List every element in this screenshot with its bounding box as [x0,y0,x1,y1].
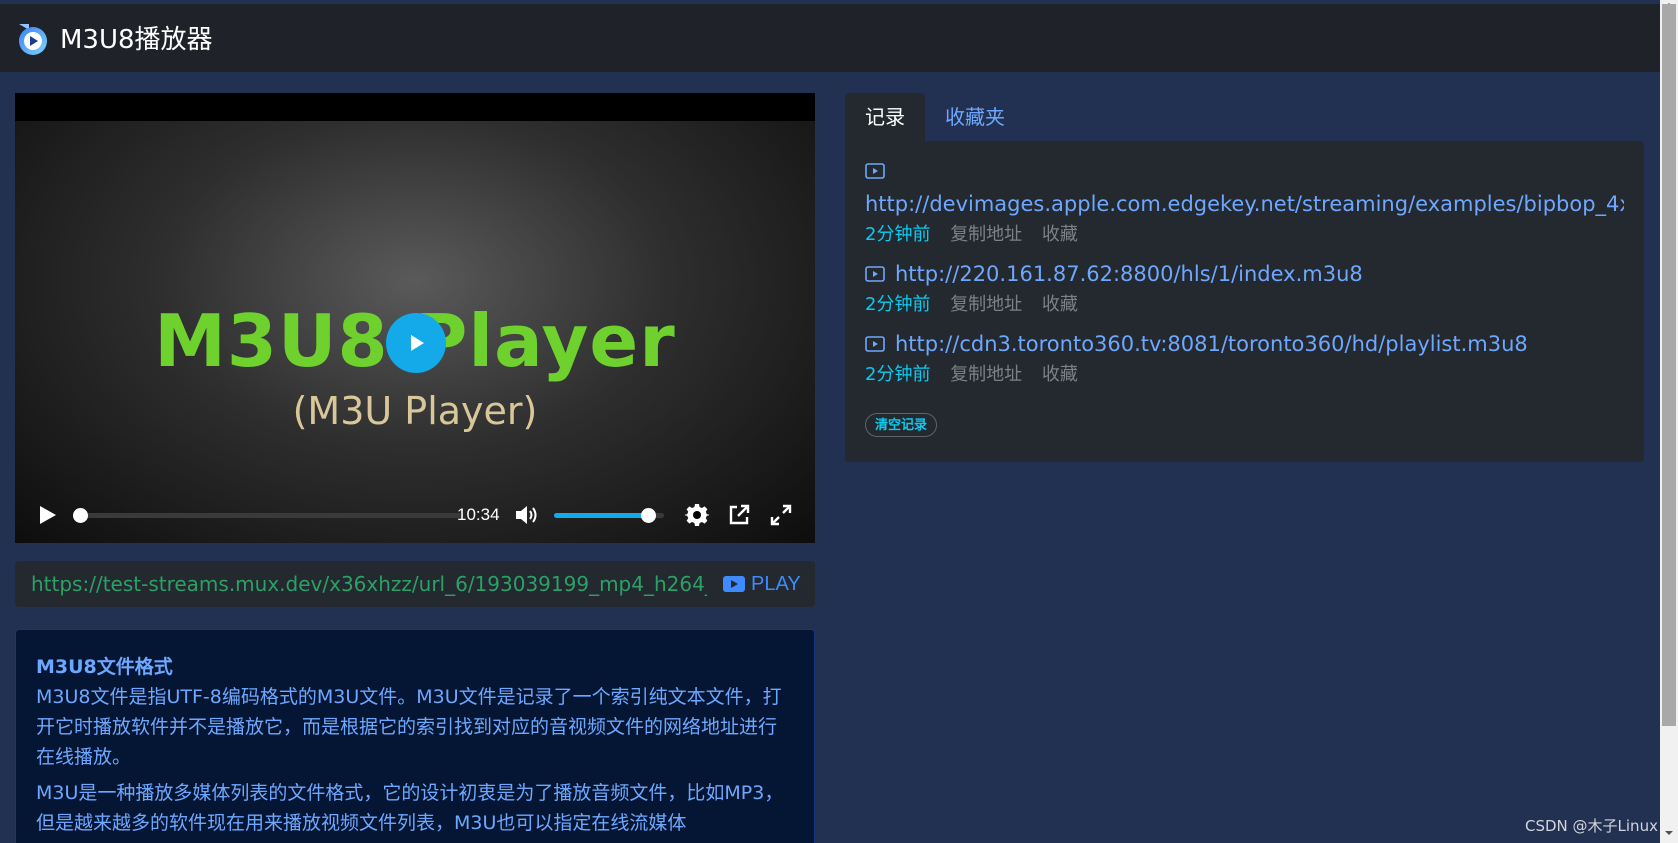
gear-icon[interactable] [685,503,709,527]
favorite-button[interactable]: 收藏 [1042,224,1078,245]
play-url-button[interactable]: PLAY [723,569,801,599]
clear-history-button[interactable]: 清空记录 [865,413,938,437]
app-title: M3U8播放器 [60,25,213,55]
history-panel: http://devimages.apple.com.edgekey.net/s… [845,141,1644,462]
video-player[interactable]: M3U8 Player (M3U Player) 10:34 [15,93,815,543]
history-time: 2分钟前 [865,294,931,315]
history-time: 2分钟前 [865,224,931,245]
play-icon[interactable] [35,503,59,527]
progress-bar[interactable] [73,508,461,523]
popout-icon[interactable] [727,503,751,527]
play-url-label: PLAY [751,572,801,595]
time-display: 10:34 [457,505,500,524]
history-time: 2分钟前 [865,364,931,385]
video-file-icon [865,336,885,352]
list-item: http://cdn3.toronto360.tv:8081/toronto36… [865,329,1624,391]
top-header: M3U8播放器 [0,4,1660,72]
history-tabs: 记录 收藏夹 [845,93,1025,141]
scroll-down-arrow-icon[interactable] [1664,828,1674,838]
history-meta: 2分钟前 复制地址 收藏 [865,359,1624,391]
player-controls: 10:34 [15,489,815,539]
list-item: http://220.161.87.62:8800/hls/1/index.m3… [865,259,1624,321]
info-box: M3U8文件格式 M3U8文件是指UTF-8编码格式的M3U文件。M3U文件是记… [15,629,815,843]
page-scrollbar[interactable] [1660,0,1678,843]
copy-url-button[interactable]: 复制地址 [950,294,1022,315]
progress-handle[interactable] [73,508,88,523]
volume-icon[interactable] [514,503,540,527]
big-play-button[interactable] [386,313,446,373]
list-item: http://devimages.apple.com.edgekey.net/s… [865,163,1624,251]
history-url-text: http://cdn3.toronto360.tv:8081/toronto36… [895,332,1528,356]
history-meta: 2分钟前 复制地址 收藏 [865,219,1624,251]
scrollbar-thumb[interactable] [1662,4,1676,726]
play-icon [411,335,424,351]
app-window: M3U8播放器 M3U8 Player (M3U Player) 10:34 h… [0,0,1660,843]
tab-history[interactable]: 记录 [845,93,925,141]
play-video-icon [723,576,745,592]
history-meta: 2分钟前 复制地址 收藏 [865,289,1624,321]
info-heading: M3U8文件格式 [36,656,173,678]
copy-url-button[interactable]: 复制地址 [950,364,1022,385]
history-icon-row [865,163,1624,189]
volume-level [554,513,648,518]
video-file-icon [865,266,885,282]
info-paragraph: M3U是一种播放多媒体列表的文件格式，它的设计初衷是为了播放音频文件，比如MP3… [36,782,784,834]
volume-slider[interactable] [554,508,664,523]
tab-favorites[interactable]: 收藏夹 [925,93,1025,141]
fullscreen-icon[interactable] [769,503,793,527]
video-file-icon [865,163,885,179]
video-subtitle-text: (M3U Player) [292,389,538,433]
history-url-link[interactable]: http://devimages.apple.com.edgekey.net/s… [865,189,1624,219]
video-frame[interactable]: M3U8 Player (M3U Player) [15,121,815,543]
watermark-text: CSDN @木子Linux [1525,817,1658,835]
copy-url-button[interactable]: 复制地址 [950,224,1022,245]
favorite-button[interactable]: 收藏 [1042,294,1078,315]
history-url-text: http://220.161.87.62:8800/hls/1/index.m3… [895,262,1363,286]
history-url-link[interactable]: http://220.161.87.62:8800/hls/1/index.m3… [865,259,1624,289]
history-url-link[interactable]: http://cdn3.toronto360.tv:8081/toronto36… [865,329,1624,359]
volume-handle[interactable] [640,508,656,523]
player-logo-icon [19,24,47,55]
info-paragraph: M3U8文件是指UTF-8编码格式的M3U文件。M3U文件是记录了一个索引纯文本… [36,686,782,768]
url-input[interactable] [29,569,709,599]
url-bar: PLAY [15,561,815,607]
favorite-button[interactable]: 收藏 [1042,364,1078,385]
